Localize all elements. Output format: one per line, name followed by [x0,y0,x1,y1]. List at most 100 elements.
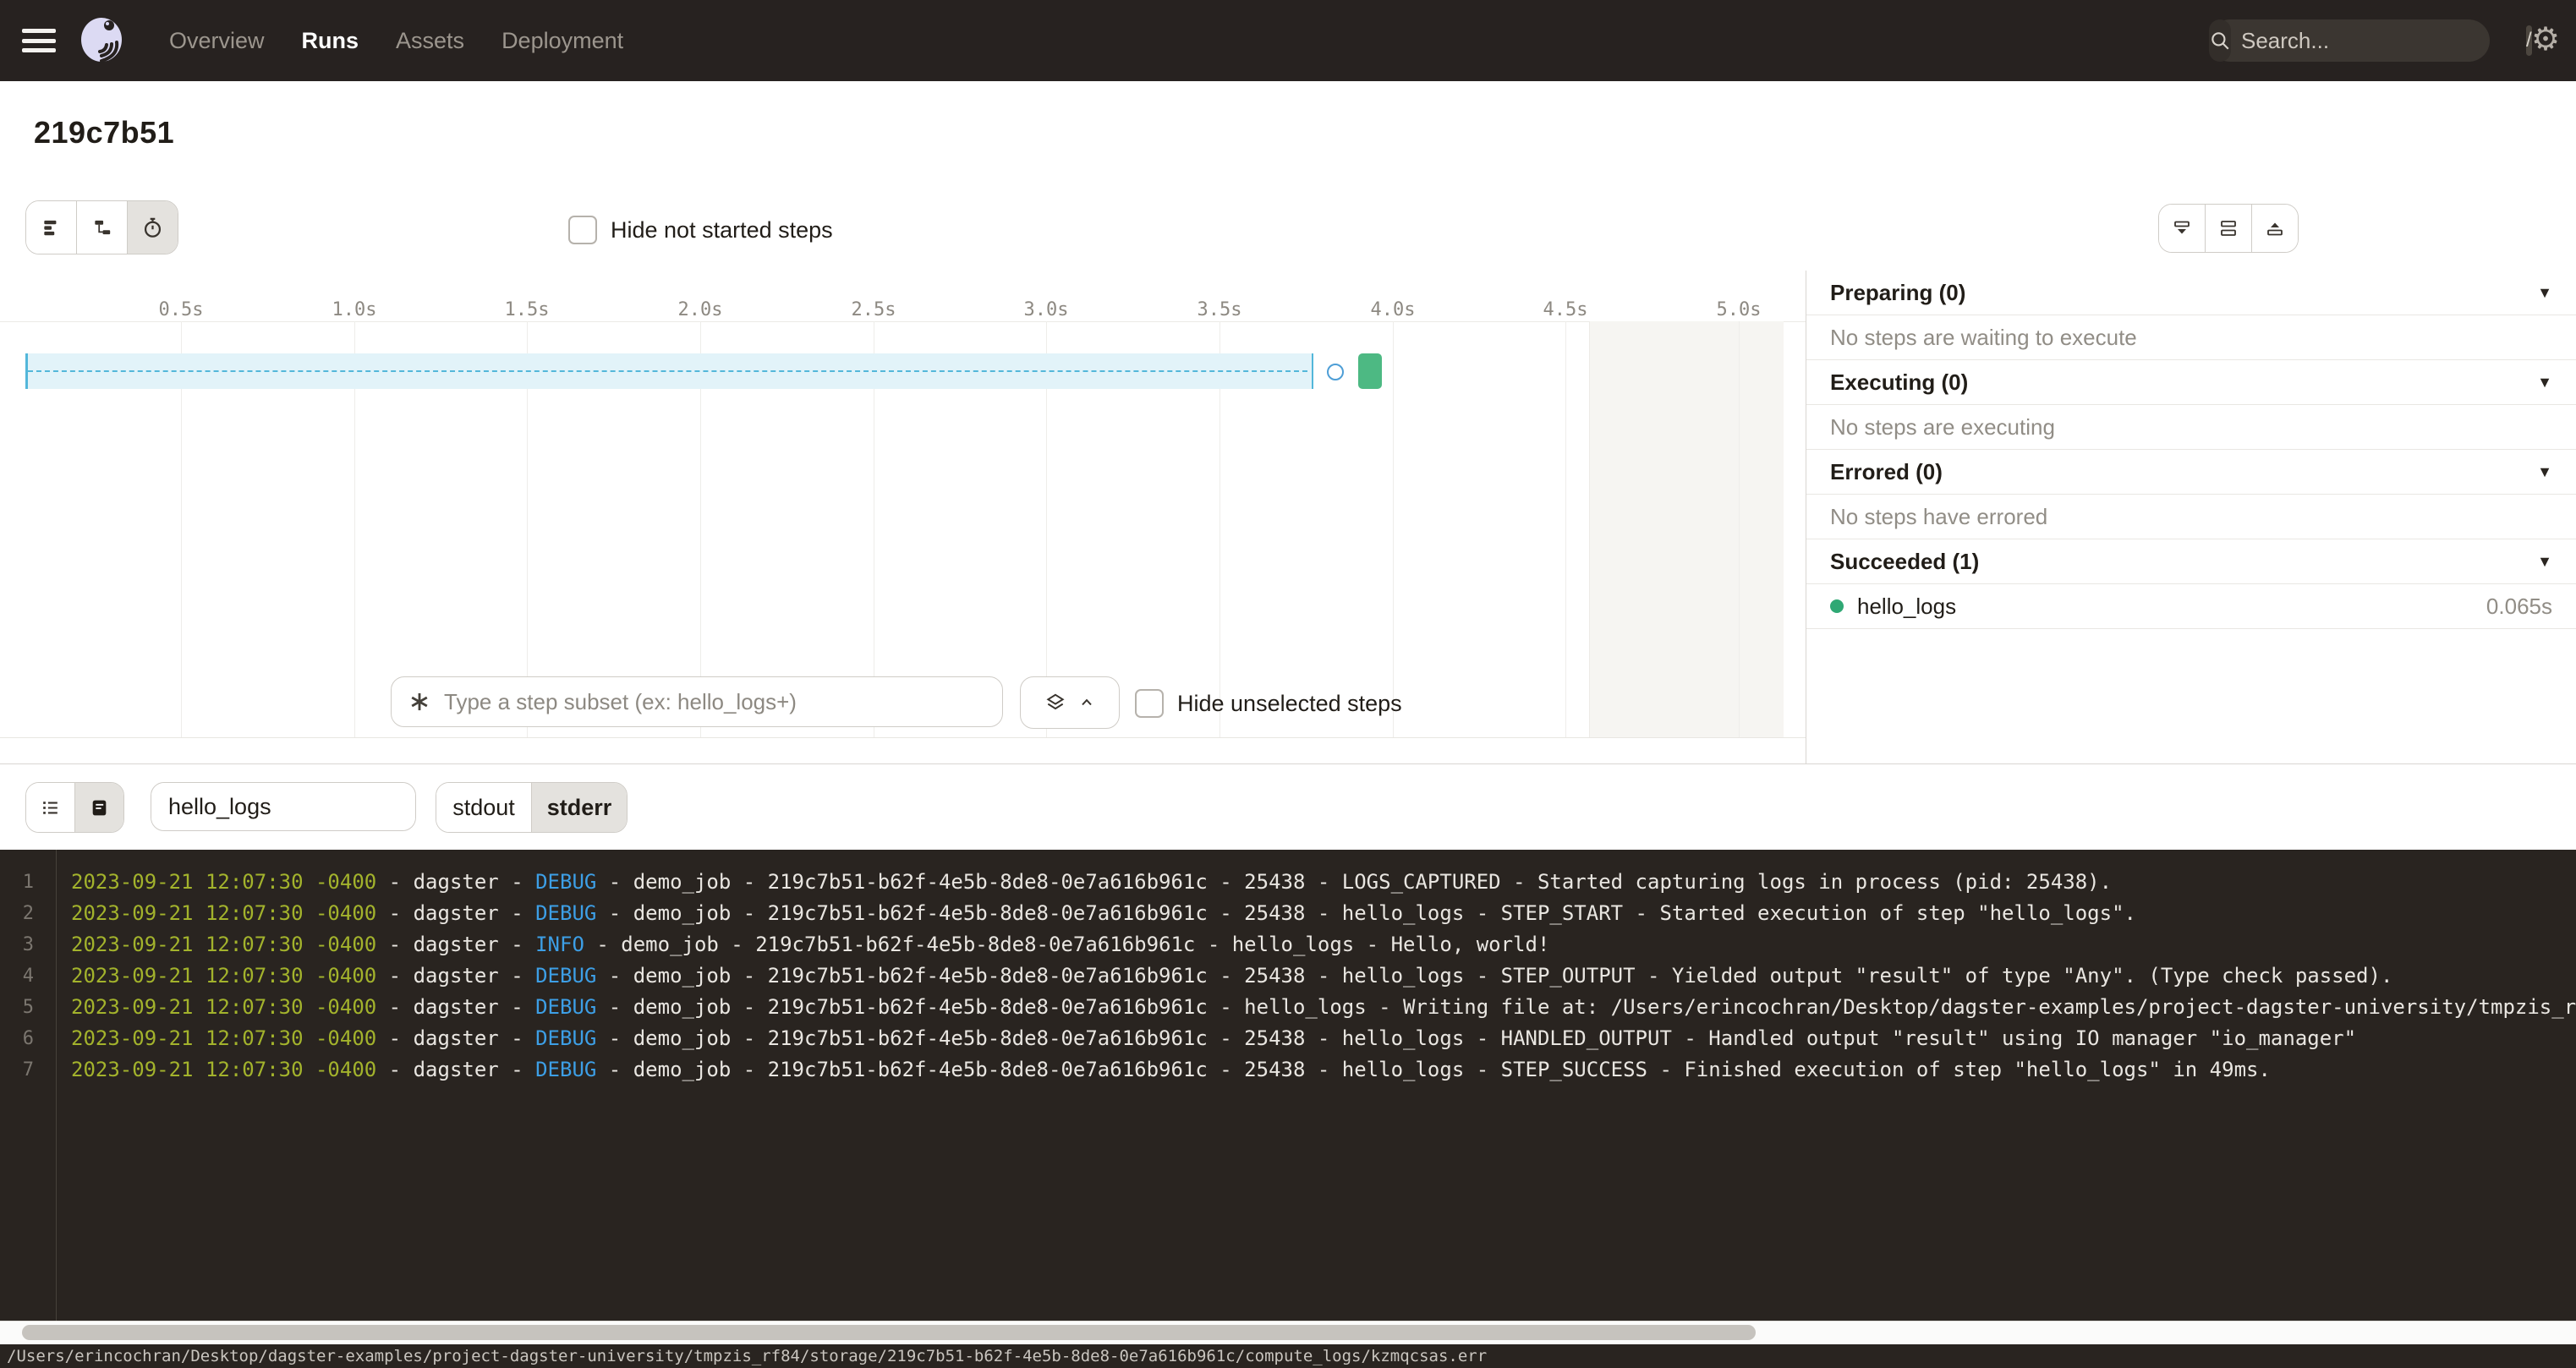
section-caret-icon: ▼ [2537,284,2552,302]
hide-unselected-label: Hide unselected steps [1177,691,1402,717]
axis-tick: 1.5s [505,299,550,320]
log-line: 4 2023-09-21 12:07:30 -0400 - dagster - … [0,960,2576,992]
graph-query-toggle-button[interactable] [1020,676,1120,729]
step-status-panel: Preparing (0) ▼ No steps are waiting to … [1806,271,2576,763]
horizontal-scrollbar [0,1321,2576,1345]
tab-stderr[interactable]: stderr [532,783,627,832]
run-header: 219c7b51 Success Run of demo_job @ 4f105… [0,81,2576,189]
waterfall-icon [91,216,113,238]
hide-unselected-checkbox[interactable] [1135,689,1164,718]
line-number: 1 [0,867,34,898]
split-panes-button[interactable] [2206,205,2252,252]
stopwatch-icon [141,216,164,239]
hide-unselected-control: Hide unselected steps [1135,689,1402,718]
step-bar-hello-logs[interactable] [1358,353,1382,389]
nav-deployment[interactable]: Deployment [501,28,623,54]
dagster-run-page: Overview Runs Assets Deployment / ⚙ 219c… [0,0,2576,1368]
section-title: Preparing (0) [1830,280,2537,306]
gantt-bottom-border [0,737,1806,738]
horizontal-scrollbar-thumb[interactable] [22,1325,1756,1340]
primary-nav: Overview Runs Assets Deployment [169,28,623,54]
tab-stderr-label: stderr [547,795,612,821]
gear-icon[interactable]: ⚙ [2531,23,2560,57]
log-line: 2 2023-09-21 12:07:30 -0400 - dagster - … [0,898,2576,929]
step-duration: 0.065s [2486,594,2552,620]
empty-text: No steps are executing [1830,414,2055,440]
step-marker-circle[interactable] [1327,364,1344,380]
gantt-chart: 0.5s 1.0s 1.5s 2.0s 2.5s 3.0s 3.5s 4.0s … [0,271,1806,763]
gantt-view-mode-group [25,200,178,254]
line-number: 2 [0,898,34,929]
search-icon [2209,19,2231,62]
log-filter-input[interactable] [151,783,415,830]
console-document-icon [89,797,110,818]
gantt-flat-view-button[interactable] [26,201,77,254]
section-title: Executing (0) [1830,369,2537,396]
axis-tick: 2.0s [678,299,723,320]
log-line: 3 2023-09-21 12:07:30 -0400 - dagster - … [0,929,2576,960]
line-number: 5 [0,992,34,1023]
section-header-preparing[interactable]: Preparing (0) ▼ [1806,271,2576,315]
top-nav-bar: Overview Runs Assets Deployment / ⚙ [0,0,2576,81]
step-success-dot-icon [1830,599,1844,613]
tab-stdout[interactable]: stdout [436,783,532,832]
op-selector-icon [408,691,430,713]
after-run-end-region [1589,321,1784,737]
section-empty-errored: No steps have errored [1806,495,2576,539]
hide-not-started-control: Hide not started steps [568,216,833,244]
gridline [1739,321,1740,737]
step-subset-input[interactable] [442,688,1002,716]
section-empty-executing: No steps are executing [1806,405,2576,450]
section-header-succeeded[interactable]: Succeeded (1) ▼ [1806,539,2576,584]
succeeded-step-row[interactable]: hello_logs 0.065s [1806,584,2576,629]
hamburger-menu-icon[interactable] [22,29,56,52]
axis-tick: 1.0s [332,299,377,320]
collapse-up-icon [2265,218,2285,238]
dagster-logo-icon[interactable] [76,14,130,68]
global-search[interactable]: / [2209,19,2490,62]
section-empty-preparing: No steps are waiting to execute [1806,315,2576,360]
gridline [1393,321,1394,737]
section-caret-icon: ▼ [2537,553,2552,571]
search-input[interactable] [2239,27,2526,55]
line-number: 6 [0,1023,34,1054]
step-name: hello_logs [1857,594,2486,620]
nav-assets[interactable]: Assets [396,28,464,54]
gantt-waterfall-view-button[interactable] [77,201,128,254]
hide-not-started-label: Hide not started steps [611,217,833,244]
step-subset-field [391,676,1003,727]
nav-overview[interactable]: Overview [169,28,265,54]
axis-tick: 0.5s [159,299,204,320]
layers-icon [1044,692,1066,714]
gantt-timed-view-button[interactable] [128,201,178,254]
log-file-path: /Users/erincochran/Desktop/dagster-examp… [7,1347,1487,1365]
axis-tick: 2.5s [852,299,896,320]
line-number: 7 [0,1054,34,1086]
section-header-errored[interactable]: Errored (0) ▼ [1806,450,2576,495]
pane-layout-group [2158,204,2299,253]
collapse-up-button[interactable] [2252,205,2298,252]
section-title: Succeeded (1) [1830,549,2537,575]
log-line: 6 2023-09-21 12:07:30 -0400 - dagster - … [0,1023,2576,1054]
collapse-down-icon [2172,218,2192,238]
log-viewer[interactable]: 1 2023-09-21 12:07:30 -0400 - dagster - … [0,850,2576,1321]
axis-tick: 3.0s [1024,299,1069,320]
section-caret-icon: ▼ [2537,374,2552,391]
log-line: 1 2023-09-21 12:07:30 -0400 - dagster - … [0,867,2576,898]
hide-not-started-checkbox[interactable] [568,216,597,244]
log-view-mode-group [25,782,124,833]
section-header-executing[interactable]: Executing (0) ▼ [1806,360,2576,405]
axis-line [0,321,1806,322]
nav-runs[interactable]: Runs [302,28,359,54]
log-table-view-button[interactable] [26,783,75,832]
collapse-down-button[interactable] [2159,205,2206,252]
stdout-stderr-group: stdout stderr [436,782,628,833]
gridline [1565,321,1566,737]
step-waiting-dashed-line [28,370,1307,372]
log-file-path-bar: /Users/erincochran/Desktop/dagster-examp… [0,1344,2576,1368]
log-raw-view-button[interactable] [75,783,123,832]
axis-tick: 4.5s [1543,299,1588,320]
axis-tick: 3.5s [1198,299,1242,320]
section-title: Errored (0) [1830,459,2537,485]
empty-text: No steps are waiting to execute [1830,325,2137,351]
